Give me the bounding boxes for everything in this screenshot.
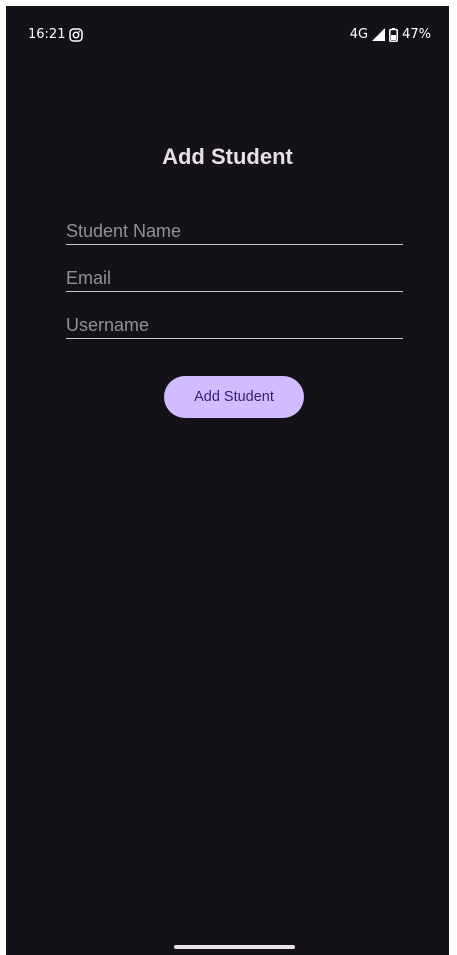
student-name-field-container <box>66 216 403 245</box>
status-bar-right: 4G 47% <box>350 27 431 42</box>
email-input[interactable] <box>66 266 403 290</box>
battery-percent: 47% <box>402 27 431 42</box>
app-screen: 16:21 4G 47% Add Student Student Name Em… <box>6 6 449 955</box>
add-student-button[interactable]: Add Student <box>164 376 304 418</box>
username-input[interactable] <box>66 313 403 337</box>
gesture-handle[interactable] <box>174 945 295 949</box>
status-time: 16:21 <box>28 27 66 42</box>
student-name-input[interactable] <box>66 219 403 243</box>
username-field-container <box>66 310 403 339</box>
signal-icon <box>372 28 386 41</box>
instagram-icon <box>69 27 84 42</box>
battery-icon <box>389 27 399 42</box>
network-type: 4G <box>349 27 369 42</box>
email-field-container <box>66 263 403 292</box>
status-bar: 16:21 4G 47% <box>6 6 449 50</box>
status-bar-left: 16:21 <box>28 27 84 42</box>
page-title: Add Student <box>162 144 293 169</box>
